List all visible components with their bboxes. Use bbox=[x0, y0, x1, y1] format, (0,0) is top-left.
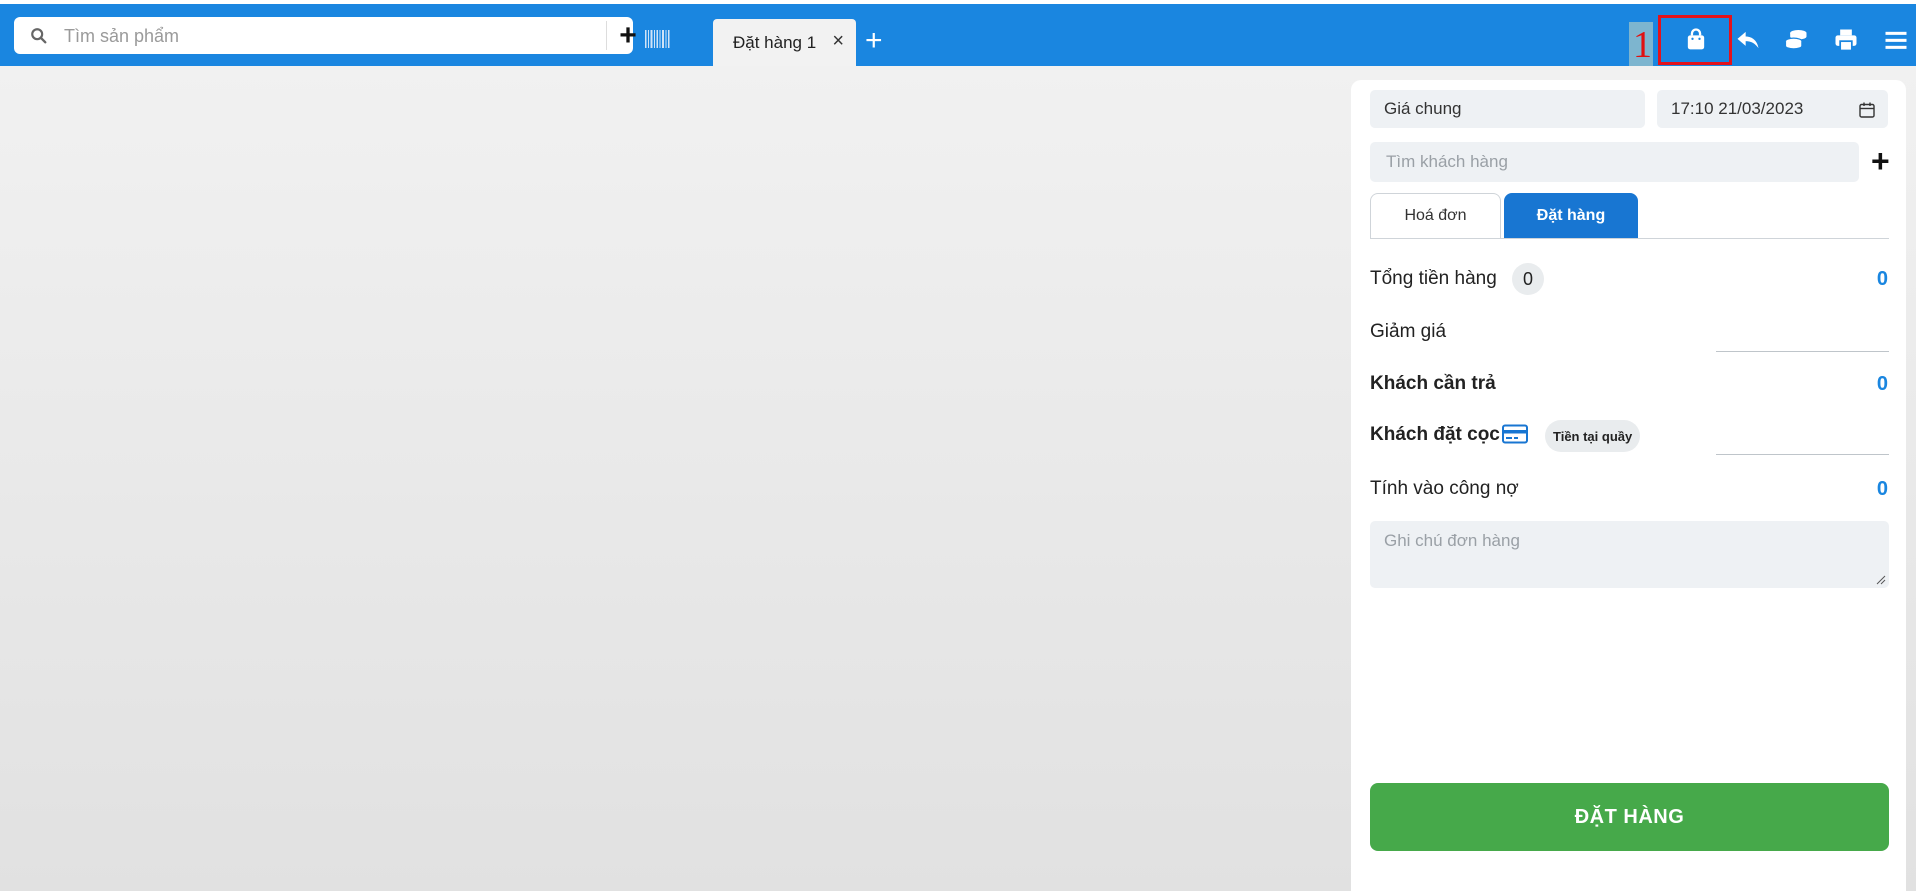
discount-label: Giảm giá bbox=[1370, 321, 1447, 342]
shopping-bag-icon[interactable] bbox=[1682, 26, 1710, 54]
annotation-number: 1 bbox=[1633, 24, 1652, 66]
search-divider bbox=[606, 21, 607, 50]
debt-label: Tính vào công nợ bbox=[1370, 478, 1519, 499]
deposit-label: Khách đặt cọc bbox=[1370, 424, 1500, 445]
coins-icon[interactable] bbox=[1782, 26, 1810, 54]
tab-order-1[interactable]: Đặt hàng 1 × bbox=[713, 19, 856, 66]
add-product-button[interactable]: + bbox=[608, 17, 648, 54]
new-tab-button[interactable]: + bbox=[865, 26, 883, 56]
menu-icon[interactable] bbox=[1882, 26, 1910, 54]
product-search-input[interactable] bbox=[62, 19, 596, 54]
place-order-button[interactable]: ĐẶT HÀNG bbox=[1370, 783, 1889, 851]
payment-method-pill[interactable]: Tiền tại quầy bbox=[1545, 420, 1641, 452]
item-count-badge: 0 bbox=[1512, 263, 1544, 295]
undo-icon[interactable] bbox=[1734, 26, 1762, 54]
price-list-value: Giá chung bbox=[1384, 99, 1462, 118]
printer-icon[interactable] bbox=[1832, 26, 1860, 54]
search-icon bbox=[31, 28, 47, 44]
tab-order[interactable]: Đặt hàng bbox=[1504, 193, 1638, 238]
total-goods-label: Tổng tiền hàng bbox=[1370, 268, 1497, 289]
close-tab-icon[interactable]: × bbox=[832, 31, 844, 51]
credit-card-icon[interactable] bbox=[1502, 424, 1528, 444]
tab-invoice[interactable]: Hoá đơn bbox=[1370, 193, 1501, 238]
tab-label: Đặt hàng 1 bbox=[733, 32, 817, 52]
order-note-textarea[interactable] bbox=[1370, 521, 1889, 588]
add-customer-button[interactable]: + bbox=[1871, 145, 1890, 177]
customer-pay-label: Khách cần trả bbox=[1370, 373, 1496, 394]
discount-input[interactable] bbox=[1716, 351, 1889, 352]
order-datetime-field[interactable]: 17:10 21/03/2023 bbox=[1657, 90, 1888, 128]
deposit-input[interactable] bbox=[1716, 454, 1889, 455]
order-datetime-value: 17:10 21/03/2023 bbox=[1671, 99, 1804, 118]
top-toolbar: + Đặt hàng 1 × + 1 bbox=[0, 4, 1916, 68]
total-goods-value: 0 bbox=[1876, 268, 1888, 290]
tabs-divider bbox=[1370, 238, 1889, 239]
product-search-box[interactable]: + bbox=[14, 17, 637, 54]
customer-search-field[interactable] bbox=[1370, 142, 1859, 182]
price-list-select[interactable]: Giá chung bbox=[1370, 90, 1645, 128]
calendar-icon[interactable] bbox=[1858, 101, 1876, 119]
customer-pay-value: 0 bbox=[1876, 373, 1888, 395]
customer-search-input[interactable] bbox=[1384, 151, 1859, 173]
barcode-icon[interactable] bbox=[644, 28, 672, 50]
resize-grip-icon[interactable] bbox=[1876, 575, 1886, 585]
debt-value: 0 bbox=[1876, 478, 1888, 500]
